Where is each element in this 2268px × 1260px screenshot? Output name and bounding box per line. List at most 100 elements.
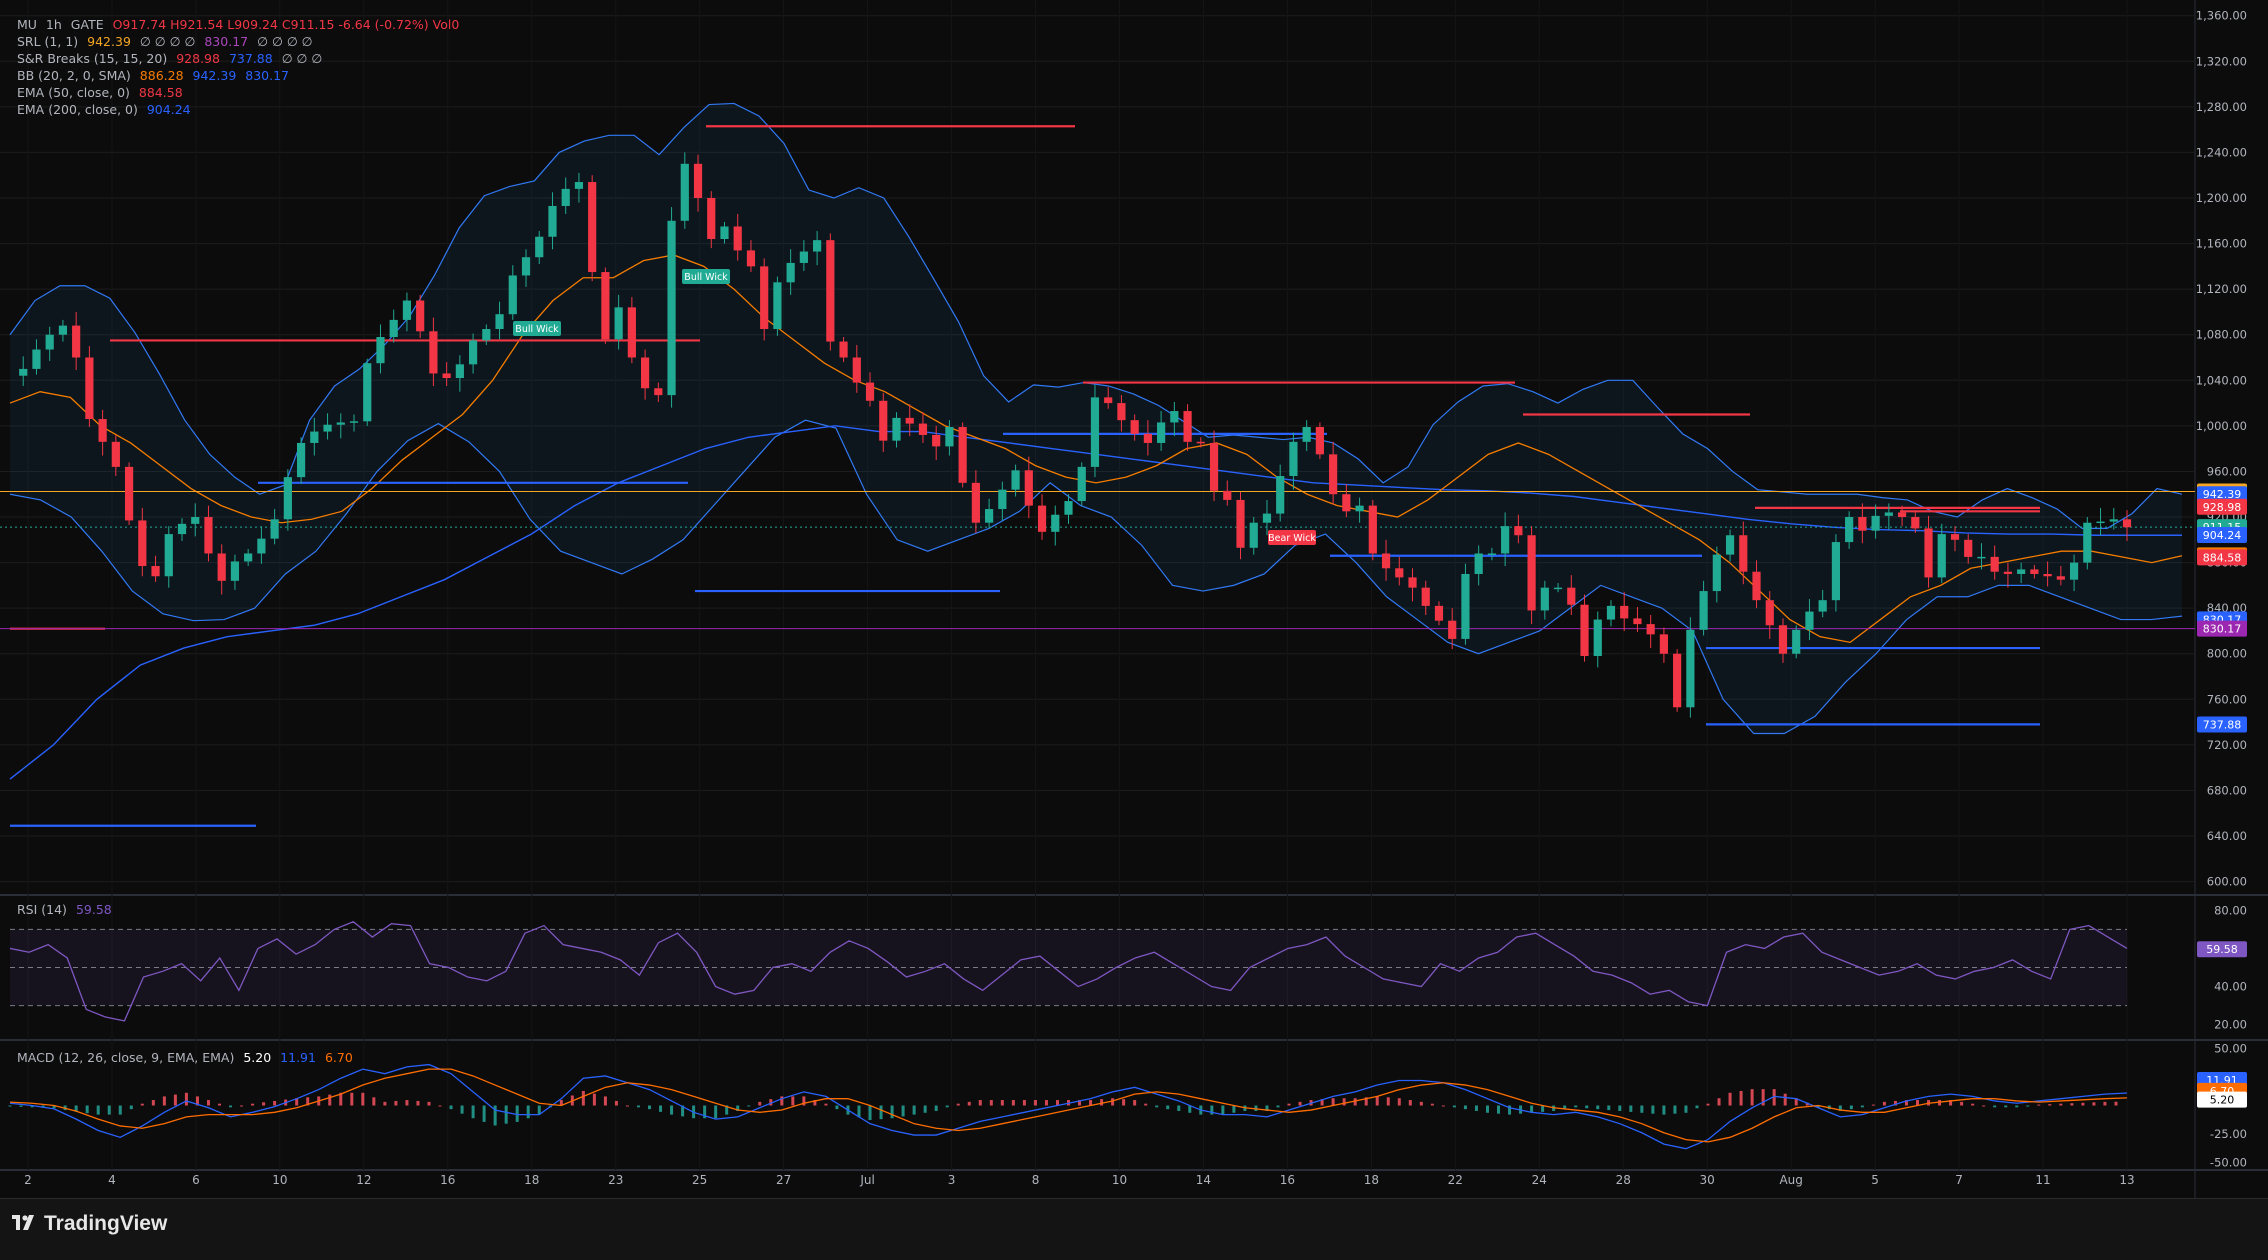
legend-macd[interactable]: MACD (12, 26, close, 9, EMA, EMA) 5.20 1… — [17, 1050, 358, 1065]
macd-hist-bar — [85, 1105, 89, 1114]
tradingview-logo[interactable]: TradingView — [12, 1212, 167, 1236]
candle-body — [217, 553, 226, 581]
legend-rsi-label: RSI (14) — [17, 902, 67, 917]
legend-rsi-value: 59.58 — [75, 902, 112, 917]
annotation-label: Bull Wick — [515, 324, 559, 335]
macd-hist-bar — [791, 1096, 795, 1106]
macd-hist-bar — [19, 1105, 23, 1107]
candle-body — [495, 314, 504, 330]
candle-body — [310, 431, 319, 443]
candle-body — [1514, 526, 1523, 536]
candle-body — [1276, 475, 1285, 514]
candle-body — [601, 272, 610, 340]
candle-body — [230, 561, 240, 581]
candle-body — [760, 266, 769, 330]
candle-body — [455, 364, 464, 379]
candle-body — [654, 388, 663, 396]
trading-chart[interactable]: 1,360.00 1,320.00 1,280.00 1,240.00 1,200.00… — [0, 0, 2268, 1260]
candle-body — [1871, 515, 1880, 531]
macd-hist-bar — [427, 1101, 431, 1106]
candle-body — [32, 349, 41, 369]
macd-hist-bar — [2004, 1105, 2008, 1108]
time-tick-label: 22 — [1448, 1173, 1463, 1187]
macd-hist-bar — [1298, 1101, 1302, 1106]
legend-snr[interactable]: S&R Breaks (15, 15, 20) 928.98 737.88 ∅ … — [17, 51, 327, 66]
candle-body — [2109, 519, 2118, 522]
macd-hist-bar — [206, 1100, 210, 1106]
macd-hist-bar — [515, 1105, 519, 1122]
candle-body — [19, 368, 28, 376]
annotation-label: Bear Wick — [1268, 533, 1316, 544]
macd-hist-bar — [2026, 1105, 2030, 1107]
candle-body — [191, 517, 200, 524]
candle-body — [521, 257, 531, 276]
candle-body — [1646, 624, 1655, 635]
time-tick-label: 6 — [192, 1173, 200, 1187]
legend-srl[interactable]: SRL (1, 1) 942.39 ∅ ∅ ∅ ∅ 830.17 ∅ ∅ ∅ ∅ — [17, 34, 318, 49]
legend-symbol-exchange: GATE — [70, 17, 104, 32]
price-tick-label: 960.00 — [2207, 464, 2247, 478]
time-tick-label: 23 — [608, 1173, 623, 1187]
macd-hist-bar — [1232, 1105, 1236, 1113]
macd-hist-bar — [1695, 1105, 1699, 1109]
macd-hist-bar — [2037, 1104, 2041, 1106]
legend-ema50[interactable]: EMA (50, close, 0) 884.58 — [17, 85, 188, 100]
legend-bb[interactable]: BB (20, 2, 0, SMA) 886.28 942.39 830.17 — [17, 68, 294, 83]
candle-body — [45, 334, 54, 350]
time-tick-label: 10 — [1112, 1173, 1127, 1187]
macd-hist-bar — [824, 1103, 828, 1106]
candle-body — [2017, 569, 2026, 574]
macd-hist-bar — [1033, 1100, 1037, 1106]
legend-symbol[interactable]: MU 1h GATE O917.74 H921.54 L909.24 C911.… — [17, 17, 464, 32]
macd-hist-bar — [1044, 1100, 1048, 1106]
candle-body — [707, 197, 716, 240]
time-tick-label: 11 — [2035, 1173, 2050, 1187]
candle-body — [1501, 526, 1510, 554]
candle-body — [151, 566, 160, 577]
macd-hist-bar — [1353, 1098, 1357, 1106]
macd-hist-bar — [2059, 1103, 2063, 1106]
price-tick-label: 1,160.00 — [2196, 237, 2247, 251]
macd-hist-bar — [184, 1092, 188, 1106]
macd-hist-bar — [1783, 1093, 1787, 1106]
candle-body — [574, 182, 584, 189]
candle-body — [402, 300, 412, 320]
legend-snr-dots: ∅ ∅ ∅ — [281, 51, 323, 66]
macd-hist-bar — [1022, 1100, 1026, 1106]
candle-body — [2096, 521, 2105, 524]
legend-symbol-name: MU — [17, 17, 37, 32]
price-tick-label: 1,000.00 — [2196, 419, 2247, 433]
legend-bb-upper: 942.39 — [192, 68, 237, 83]
price-axis-label: 928.98 — [2203, 501, 2242, 514]
candle-body — [826, 240, 835, 342]
legend-rsi[interactable]: RSI (14) 59.58 — [17, 902, 117, 917]
macd-hist-bar — [1177, 1105, 1181, 1111]
chart-canvas[interactable]: 1,360.00 1,320.00 1,280.00 1,240.00 1,200.00… — [0, 0, 2268, 1259]
price-axis-label: 830.17 — [2203, 623, 2242, 636]
legend-snr-label: S&R Breaks (15, 15, 20) — [17, 51, 168, 66]
candle-body — [1196, 441, 1205, 444]
candle-body — [971, 482, 980, 523]
candle-body — [1236, 499, 1245, 548]
candle-body — [998, 489, 1007, 510]
candle-body — [1964, 539, 1973, 557]
time-tick-label: 14 — [1196, 1173, 1211, 1187]
macd-hist-bar — [890, 1105, 894, 1119]
price-axis-label: 737.88 — [2203, 719, 2242, 732]
macd-hist-bar — [1419, 1101, 1423, 1106]
candle-body — [892, 417, 901, 441]
candle-body — [1778, 625, 1788, 654]
time-tick-label: 28 — [1616, 1173, 1631, 1187]
macd-hist-bar — [714, 1105, 718, 1119]
macd-hist-bar — [670, 1105, 674, 1115]
macd-axis-label: 5.20 — [2210, 1094, 2235, 1107]
macd-hist-bar — [1111, 1098, 1115, 1106]
rsi-axis-label: 59.58 — [2206, 943, 2238, 956]
macd-hist-bar — [1882, 1101, 1886, 1106]
price-axis-label: 884.58 — [2203, 551, 2242, 564]
time-tick-label: 4 — [108, 1173, 116, 1187]
macd-hist-bar — [504, 1105, 508, 1124]
macd-hist-bar — [1574, 1105, 1578, 1108]
legend-ema200[interactable]: EMA (200, close, 0) 904.24 — [17, 102, 196, 117]
candle-body — [1884, 512, 1893, 516]
